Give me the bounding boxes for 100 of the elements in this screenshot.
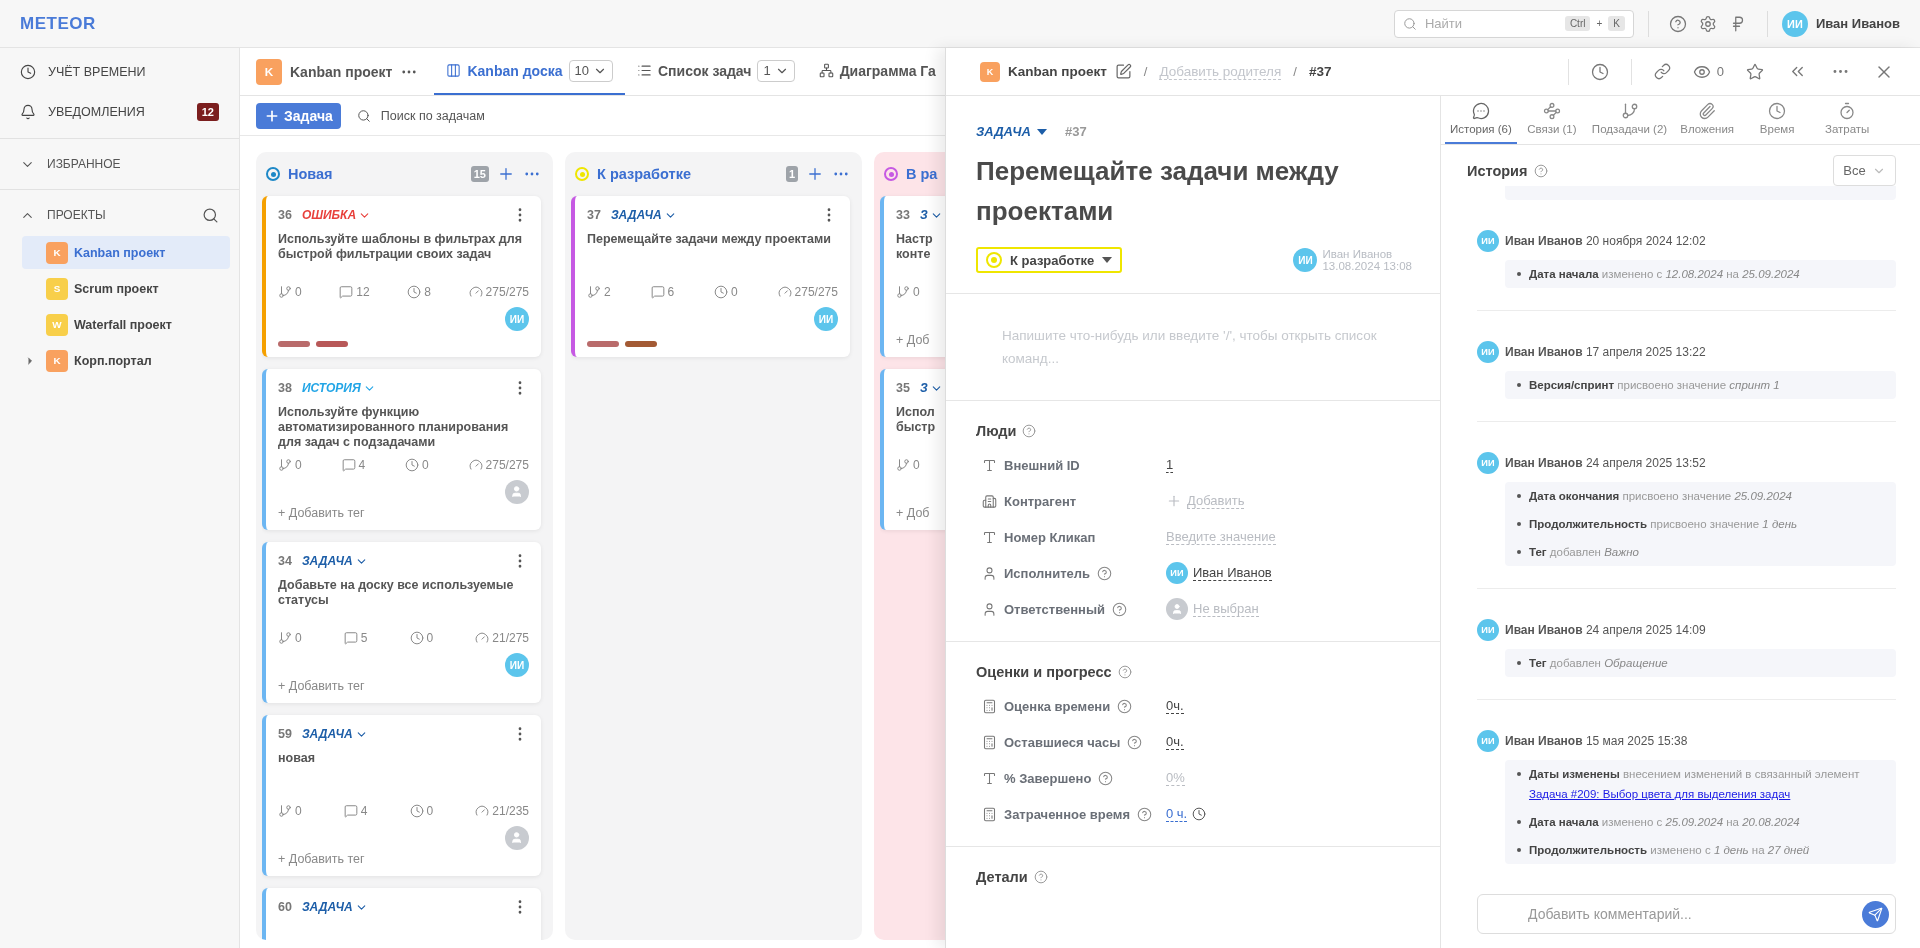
view-tab[interactable]: Kanban доска 10 [434, 48, 625, 95]
task-card[interactable]: 33 З Настр конте 0 + Доб [880, 196, 945, 357]
task-stat: 0 [278, 631, 302, 645]
field-value[interactable]: 0ч. [1166, 734, 1184, 750]
field-value[interactable]: Иван Иванов [1193, 565, 1272, 581]
task-number: #37 [1308, 64, 1332, 79]
shortcut-key: + [1596, 18, 1603, 29]
task-stat: 275/275 [468, 285, 529, 299]
count-select[interactable]: 10 [568, 59, 613, 82]
settings-icon[interactable] [1698, 14, 1717, 33]
task-card[interactable]: 60 ЗАДАЧА [262, 888, 541, 940]
user-avatar: ИИ [1477, 230, 1499, 252]
gauge-icon [475, 804, 490, 818]
project-item[interactable]: K Корп.портал [22, 344, 230, 377]
task-title[interactable]: Перемещайте задачи между проектами [946, 139, 1386, 231]
count-select[interactable]: 1 [757, 59, 795, 82]
user-name[interactable]: Иван Иванов [1815, 16, 1900, 31]
field-value[interactable]: 0ч. [1166, 698, 1184, 714]
plus-icon[interactable] [806, 165, 824, 183]
bullet-icon [1517, 661, 1521, 665]
history-tab[interactable]: Связи (1) [1516, 96, 1587, 144]
task-type-selector[interactable]: ЗАДАЧА [301, 900, 368, 914]
change-text: Даты изменены внесением изменений в связанный элемент [1529, 767, 1860, 782]
field-label: Контрагент [1004, 493, 1077, 509]
gauge-icon [777, 285, 792, 299]
search-icon[interactable] [202, 206, 219, 224]
user-avatar: ИИ [1293, 248, 1318, 272]
task-type-selector[interactable]: З [919, 208, 943, 222]
task-type-selector[interactable]: ЗАДАЧА [976, 124, 1047, 139]
task-card[interactable]: 37 ЗАДАЧА Перемещайте задачи между проектами 2 6 0 275/275 ИИ [571, 196, 850, 357]
sidebar-section[interactable]: ПРОЕКТЫ [0, 196, 239, 234]
column-title: Новая [288, 166, 333, 182]
plus-icon[interactable] [497, 165, 515, 183]
app-logo[interactable]: METEOR [20, 13, 96, 34]
task-stat: 8 [407, 285, 431, 299]
task-stat: 0 [278, 285, 302, 299]
tag-chip[interactable] [316, 341, 348, 347]
field-value[interactable]: 1 [1166, 457, 1174, 473]
new-task-button[interactable]: Задача [256, 102, 341, 129]
search-box[interactable]: Найти Ctrl + K [1393, 9, 1634, 38]
list-icon [636, 63, 652, 78]
edit-icon[interactable] [1114, 63, 1132, 80]
history-tab[interactable]: История (6) [1445, 96, 1517, 144]
link-icon[interactable] [1653, 63, 1671, 80]
task-type-selector[interactable]: З [919, 381, 943, 395]
task-stat: 4 [343, 804, 368, 818]
bell-icon [20, 104, 36, 120]
status-selector[interactable]: К разработке [976, 247, 1123, 273]
project-item[interactable]: K Kanban проект [22, 236, 230, 269]
add-tag-link[interactable]: + Добавить тег [278, 679, 365, 693]
add-tag-link[interactable]: + Добавить тег [278, 852, 365, 866]
task-type-selector[interactable]: ЗАДАЧА [301, 727, 368, 741]
view-tab[interactable]: Список задач 1 [624, 48, 807, 95]
history-tab[interactable]: Вложения [1672, 96, 1743, 144]
bullet-icon [1517, 494, 1521, 498]
tag-chip[interactable] [625, 341, 657, 347]
task-title: Настр конте [896, 232, 934, 263]
sidebar-item[interactable]: УЧЁТ ВРЕМЕНИ [0, 52, 239, 92]
task-type-selector[interactable]: ЗАДАЧА [301, 554, 368, 568]
task-title: Перемещайте задачи между проектами [587, 232, 832, 248]
help-icon [1117, 665, 1132, 679]
search-field[interactable]: Найти [1422, 15, 1559, 32]
clock-icon[interactable] [1192, 807, 1207, 821]
task-card[interactable]: 59 ЗАДАЧА новая 0 4 0 21/235 + Добавить тег [262, 715, 541, 876]
sidebar-section[interactable]: ИЗБРАННОЕ [0, 145, 239, 183]
add-tag-link[interactable]: + Доб [896, 333, 930, 347]
subtasks-icon [278, 285, 292, 299]
task-title: новая [278, 751, 316, 767]
task-card[interactable]: 35 З Испол быстр 0 + Доб [880, 369, 945, 530]
history-tab[interactable]: Затраты [1812, 96, 1883, 144]
field-value[interactable]: 0 ч. [1166, 806, 1188, 822]
watchers-button[interactable]: 0 [1692, 62, 1724, 81]
task-stat: 12 [339, 285, 370, 299]
task-type-selector[interactable]: ОШИБКА [301, 208, 372, 222]
add-tag-link[interactable]: + Доб [896, 506, 930, 520]
history-tab[interactable]: Подзадачи (2) [1586, 96, 1673, 144]
task-card[interactable]: 34 ЗАДАЧА Добавьте на доску все используемые статусы 0 5 0 21/275 ИИ + Добавить тег [262, 542, 541, 703]
change-text: Тег добавлен Обращение [1529, 656, 1668, 671]
send-button[interactable] [1862, 900, 1889, 928]
change-text: Дата окончания присвоено значение 25.09.2024 [1529, 489, 1792, 504]
field-label: Затраченное время [1004, 806, 1131, 822]
linked-task-link[interactable]: Задача #209: Выбор цвета для выделения задач [1529, 784, 1860, 804]
project-item[interactable]: S Scrum проект [22, 272, 230, 305]
shortcut-key: K [1608, 16, 1625, 31]
view-tab[interactable]: Диаграмма Га [806, 48, 945, 95]
comment-box[interactable]: Добавить комментарий... [1477, 894, 1896, 934]
clock-icon[interactable] [1590, 62, 1609, 81]
project-item[interactable]: W Waterfall проект [22, 308, 230, 341]
add-tag-link[interactable]: + Добавить тег [278, 506, 365, 520]
gauge-icon [468, 285, 483, 299]
task-card[interactable]: 36 ОШИБКА Используйте шаблоны в фильтрах для быстрой фильтрации своих задач 0 12 8 275/275 ИИ [262, 196, 541, 357]
task-card[interactable]: 38 ИСТОРИЯ Используйте функцию автоматизированного планирования для задач с подзадачами 0 4 0 275/275 + Добавить тег [262, 369, 541, 530]
star-icon[interactable] [1746, 62, 1764, 81]
task-type-selector[interactable]: ЗАДАЧА [610, 208, 677, 222]
change-text: Тег добавлен Важно [1529, 545, 1639, 560]
sidebar-item[interactable]: УВЕДОМЛЕНИЯ 12 [0, 92, 239, 132]
caret-icon [1036, 128, 1047, 135]
history-tab[interactable]: Время [1742, 96, 1813, 144]
project-link[interactable]: Kanban проект [1008, 64, 1107, 79]
help-icon[interactable] [1668, 14, 1687, 33]
